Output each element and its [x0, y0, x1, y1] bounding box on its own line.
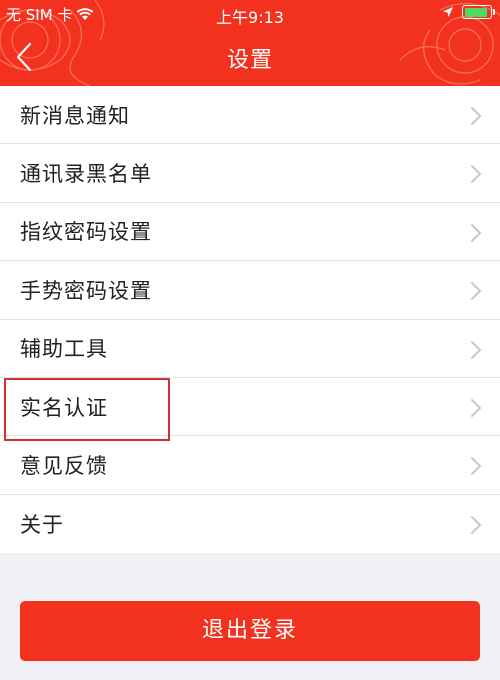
menu-item-label: 实名认证	[20, 395, 108, 420]
page-title: 设置	[226, 48, 273, 73]
chevron-right-icon	[471, 457, 482, 476]
chevron-right-icon	[471, 165, 482, 184]
chevron-right-icon	[471, 282, 482, 301]
status-right	[442, 5, 495, 19]
menu-item-fingerprint-password[interactable]: 指纹密码设置	[0, 203, 500, 262]
menu-item-label: 手势密码设置	[20, 278, 152, 303]
chevron-right-icon	[471, 340, 482, 359]
menu-item-label: 新消息通知	[20, 103, 130, 128]
settings-list: 新消息通知 通讯录黑名单 指纹密码设置 手势密码设置 辅助工具 实名认证 意见反…	[0, 86, 500, 554]
chevron-right-icon	[471, 223, 482, 242]
menu-item-feedback[interactable]: 意见反馈	[0, 436, 500, 495]
menu-item-gesture-password[interactable]: 手势密码设置	[0, 261, 500, 320]
menu-item-new-message-notification[interactable]: 新消息通知	[0, 86, 500, 145]
menu-item-contacts-blacklist[interactable]: 通讯录黑名单	[0, 144, 500, 203]
menu-item-accessibility-tools[interactable]: 辅助工具	[0, 320, 500, 378]
chevron-right-icon	[471, 515, 482, 534]
chevron-right-icon	[471, 107, 482, 125]
battery-icon	[462, 5, 495, 19]
menu-item-label: 指纹密码设置	[20, 220, 152, 245]
menu-item-about[interactable]: 关于	[0, 495, 500, 553]
location-arrow-icon	[443, 7, 453, 17]
menu-item-label: 意见反馈	[20, 454, 108, 479]
menu-item-label: 关于	[20, 512, 64, 537]
logout-button[interactable]: 退出登录	[20, 601, 480, 661]
menu-item-real-name-verification[interactable]: 实名认证	[0, 378, 500, 437]
battery-level	[464, 7, 487, 17]
chevron-right-icon	[471, 398, 482, 417]
status-time: 上午9:13	[216, 8, 284, 27]
header: 无 SIM 卡 上午9:13 设置	[0, 0, 500, 86]
menu-item-label: 通讯录黑名单	[20, 162, 152, 187]
menu-item-label: 辅助工具	[20, 337, 108, 362]
nav-bar: 设置	[0, 28, 500, 86]
status-bar: 无 SIM 卡 上午9:13	[0, 0, 500, 28]
